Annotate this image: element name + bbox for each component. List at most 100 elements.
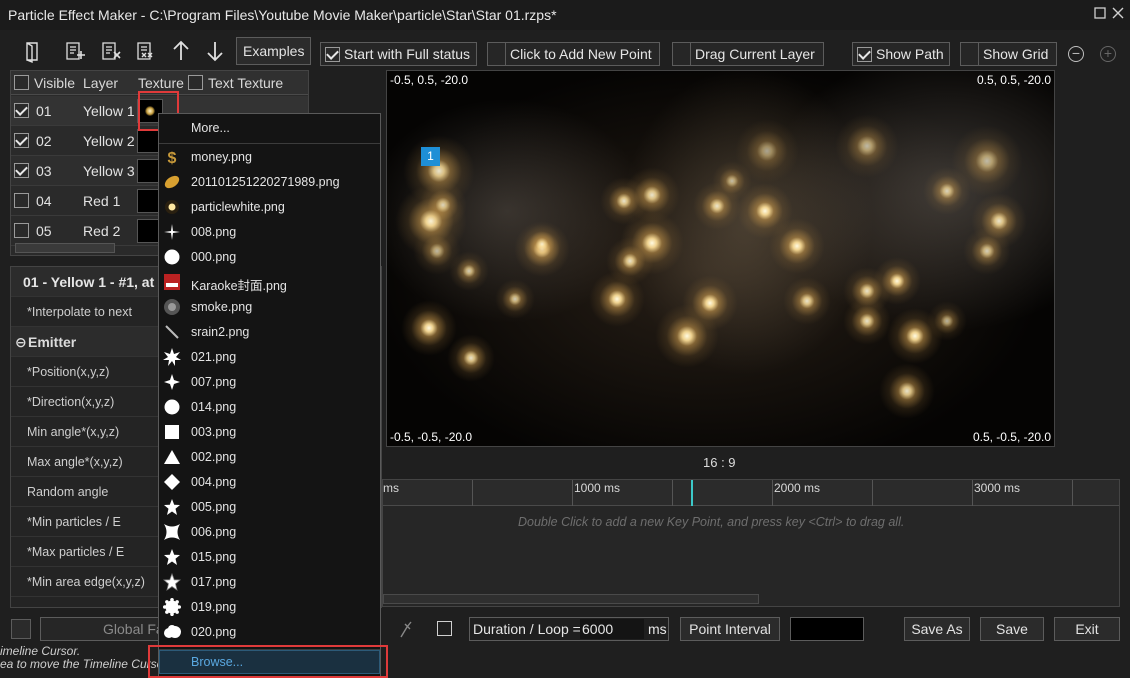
- menu-item[interactable]: $ money.png: [159, 145, 380, 170]
- menu-item[interactable]: 000.png: [159, 245, 380, 270]
- visible-checkbox[interactable]: [14, 133, 29, 148]
- keyframe-tool-icon[interactable]: [398, 619, 414, 639]
- menu-item[interactable]: 015.png: [159, 545, 380, 570]
- click-add-point-label: Click to Add New Point: [510, 46, 652, 62]
- timeline-hint: Double Click to add a new Key Point, and…: [518, 515, 905, 529]
- menu-item[interactable]: 002.png: [159, 445, 380, 470]
- tick-label: ms: [383, 481, 399, 495]
- menu-item[interactable]: 005.png: [159, 495, 380, 520]
- menu-item[interactable]: 006.png: [159, 520, 380, 545]
- menu-item-label: 003.png: [191, 425, 237, 439]
- drag-layer-checkbox[interactable]: [673, 43, 691, 65]
- particle-sprite: [963, 227, 1011, 275]
- gear-icon: [163, 598, 181, 616]
- menu-item-label: 006.png: [191, 525, 237, 539]
- collapse-icon[interactable]: ⊖: [15, 334, 27, 351]
- add-layer-icon[interactable]: [62, 38, 88, 64]
- menu-item-label: smoke.png: [191, 300, 253, 314]
- examples-button[interactable]: Examples: [236, 37, 312, 65]
- loop-checkbox[interactable]: [437, 621, 452, 636]
- layer-name: Yellow 2: [83, 133, 135, 149]
- zoom-out-icon[interactable]: −: [1068, 46, 1084, 62]
- start-full-status-checkbox[interactable]: [325, 46, 340, 62]
- menu-item[interactable]: srain2.png: [159, 320, 380, 345]
- timeline-ruler[interactable]: ms 1000 ms 2000 ms 3000 ms: [383, 480, 1119, 506]
- layer-name: Red 2: [83, 223, 121, 239]
- show-path-option[interactable]: Show Path: [852, 42, 950, 66]
- layer-number: 02: [36, 133, 52, 149]
- show-grid-checkbox[interactable]: [961, 43, 979, 65]
- delete-all-layers-icon[interactable]: [133, 38, 159, 64]
- menu-item-label: 015.png: [191, 550, 237, 564]
- leaf-icon: [163, 173, 181, 191]
- move-up-icon[interactable]: [168, 38, 194, 64]
- menu-item[interactable]: Karaoke封面.png: [159, 270, 380, 295]
- drag-layer-option[interactable]: Drag Current Layer: [672, 42, 824, 66]
- menu-item[interactable]: 020.png: [159, 620, 380, 645]
- visible-checkbox[interactable]: [14, 193, 29, 208]
- click-add-point-checkbox[interactable]: [488, 43, 506, 65]
- visible-checkbox[interactable]: [14, 223, 29, 238]
- timeline-scrollbar[interactable]: [383, 594, 759, 604]
- browse-highlight: [148, 645, 388, 678]
- delete-layer-icon[interactable]: [98, 38, 124, 64]
- close-icon[interactable]: [1110, 6, 1126, 22]
- bottom-left-checkbox[interactable]: [11, 619, 31, 639]
- layer-number: 01: [36, 103, 52, 119]
- menu-item[interactable]: 014.png: [159, 395, 380, 420]
- star-icon: [163, 548, 181, 566]
- point-interval-input[interactable]: [790, 617, 864, 641]
- duration-unit: ms: [648, 621, 667, 637]
- menu-item[interactable]: 004.png: [159, 470, 380, 495]
- layer-name: Red 1: [83, 193, 121, 209]
- menu-item[interactable]: 008.png: [159, 220, 380, 245]
- status-line-1: imeline Cursor.: [0, 644, 81, 658]
- start-full-status-option[interactable]: Start with Full status: [320, 42, 477, 66]
- visible-checkbox[interactable]: [14, 163, 29, 178]
- header-visible: Visible: [34, 75, 75, 91]
- open-file-icon[interactable]: [20, 38, 46, 64]
- menu-item-more[interactable]: More...: [159, 116, 380, 141]
- particle-sprite: [923, 167, 971, 215]
- text-texture-checkbox[interactable]: [188, 75, 203, 90]
- corner-top-left: -0.5, 0.5, -20.0: [390, 73, 469, 87]
- menu-item[interactable]: particlewhite.png: [159, 195, 380, 220]
- show-grid-option[interactable]: Show Grid: [960, 42, 1057, 66]
- maximize-icon[interactable]: [1092, 6, 1108, 22]
- menu-item[interactable]: smoke.png: [159, 295, 380, 320]
- menu-item-label: Karaoke封面.png: [191, 279, 287, 293]
- click-add-point-option[interactable]: Click to Add New Point: [487, 42, 660, 66]
- particle-sprite: [843, 297, 891, 345]
- menu-item[interactable]: 20110125122027198​9.png: [159, 170, 380, 195]
- menu-item[interactable]: 021.png: [159, 345, 380, 370]
- four-point-star-icon: [163, 373, 181, 391]
- point-interval-button[interactable]: Point Interval: [680, 617, 780, 641]
- title-bar: Particle Effect Maker - C:\Program Files…: [0, 0, 1130, 30]
- menu-item[interactable]: 019.png: [159, 595, 380, 620]
- start-full-status-label: Start with Full status: [344, 46, 471, 62]
- menu-item[interactable]: 007.png: [159, 370, 380, 395]
- zoom-in-icon[interactable]: +: [1100, 46, 1116, 62]
- menu-item[interactable]: 003.png: [159, 420, 380, 445]
- timeline[interactable]: ms 1000 ms 2000 ms 3000 ms Double Click …: [382, 479, 1120, 607]
- save-button[interactable]: Save: [980, 617, 1044, 641]
- header-texture: Texture: [138, 75, 184, 91]
- particle-sprite: [769, 218, 825, 274]
- save-as-button[interactable]: Save As: [904, 617, 970, 641]
- duration-input[interactable]: 6000: [580, 619, 644, 639]
- tick-label: 3000 ms: [974, 481, 1021, 495]
- select-all-checkbox[interactable]: [14, 75, 29, 90]
- emitter-label: Emitter: [28, 334, 77, 350]
- move-down-icon[interactable]: [202, 38, 228, 64]
- path-point-marker[interactable]: 1: [421, 147, 440, 166]
- exit-button[interactable]: Exit: [1054, 617, 1120, 641]
- menu-item[interactable]: 017.png: [159, 570, 380, 595]
- show-grid-label: Show Grid: [983, 46, 1049, 62]
- particle-preview[interactable]: -0.5, 0.5, -20.0 0.5, 0.5, -20.0 -0.5, -…: [386, 70, 1055, 447]
- menu-item-label: 004.png: [191, 475, 237, 489]
- visible-checkbox[interactable]: [14, 103, 29, 118]
- tick-label: 1000 ms: [574, 481, 621, 495]
- layer-table-scrollbar[interactable]: [15, 243, 115, 253]
- timeline-cursor[interactable]: [691, 480, 693, 506]
- show-path-checkbox[interactable]: [857, 46, 872, 62]
